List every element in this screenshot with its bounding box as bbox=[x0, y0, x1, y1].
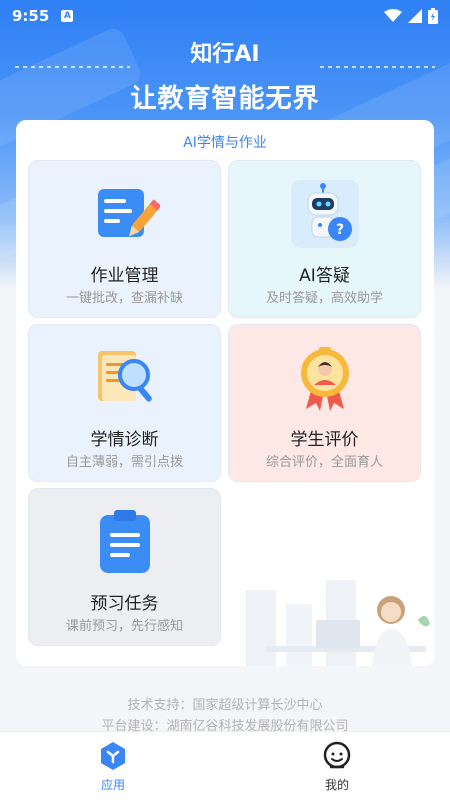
card-title: 预习任务 bbox=[90, 594, 159, 614]
header-divider-left bbox=[15, 66, 130, 68]
status-time: 9:55 bbox=[12, 7, 50, 25]
card-description: 自主薄弱，需引点拨 bbox=[65, 455, 183, 470]
card-title: 作业管理 bbox=[90, 266, 159, 286]
card-title: 学生评价 bbox=[290, 430, 359, 450]
feature-panel: AI学情与作业 作业管理 一键批改，查漏补缺 ? AI答疑 及时答疑，高效助学 … bbox=[16, 120, 434, 666]
card-student-evaluation[interactable]: 学生评价 综合评价，全面育人 bbox=[228, 324, 421, 482]
notepad-pencil-icon bbox=[98, 189, 160, 237]
header-divider-right bbox=[320, 66, 435, 68]
clipboard-icon bbox=[100, 510, 150, 573]
medal-badge-icon bbox=[301, 347, 349, 411]
tab-mine[interactable]: 我的 bbox=[297, 740, 377, 793]
magnifier-document-icon bbox=[98, 351, 152, 402]
card-description: 及时答疑，高效助学 bbox=[265, 291, 383, 306]
notification-icon: A bbox=[61, 10, 74, 22]
card-description: 一键批改，查漏补缺 bbox=[65, 291, 183, 306]
card-description: 综合评价，全面育人 bbox=[265, 455, 383, 470]
teacher-illustration bbox=[246, 580, 430, 666]
signal-icon bbox=[408, 9, 422, 23]
panel-title: AI学情与作业 bbox=[183, 135, 267, 151]
apps-hexagon-icon bbox=[101, 742, 125, 770]
card-preview-tasks[interactable]: 预习任务 课前预习，先行感知 bbox=[28, 488, 221, 646]
bottom-tab-bar: 应用 我的 bbox=[0, 732, 450, 800]
app-title: 知行AI bbox=[190, 42, 260, 67]
card-learning-diagnosis[interactable]: 学情诊断 自主薄弱，需引点拨 bbox=[28, 324, 221, 482]
tab-label: 我的 bbox=[324, 778, 349, 792]
card-title: 学情诊断 bbox=[90, 430, 159, 450]
battery-icon bbox=[428, 8, 438, 24]
tab-label: 应用 bbox=[100, 778, 125, 792]
card-description: 课前预习，先行感知 bbox=[65, 619, 183, 634]
slogan: 让教育智能无界 bbox=[130, 84, 320, 114]
profile-face-icon bbox=[323, 741, 351, 769]
card-ai-qa[interactable]: ? AI答疑 及时答疑，高效助学 bbox=[228, 160, 421, 318]
wifi-icon bbox=[384, 9, 402, 22]
robot-question-icon: ? bbox=[291, 180, 359, 248]
footer-support-text: 技术支持：国家超级计算长沙中心 bbox=[127, 698, 323, 713]
tab-apps[interactable]: 应用 bbox=[73, 740, 153, 793]
card-homework-management[interactable]: 作业管理 一键批改，查漏补缺 bbox=[28, 160, 221, 318]
svg-text:?: ? bbox=[336, 222, 344, 238]
status-bar: 9:55 A bbox=[0, 0, 450, 32]
card-title: AI答疑 bbox=[299, 266, 350, 286]
